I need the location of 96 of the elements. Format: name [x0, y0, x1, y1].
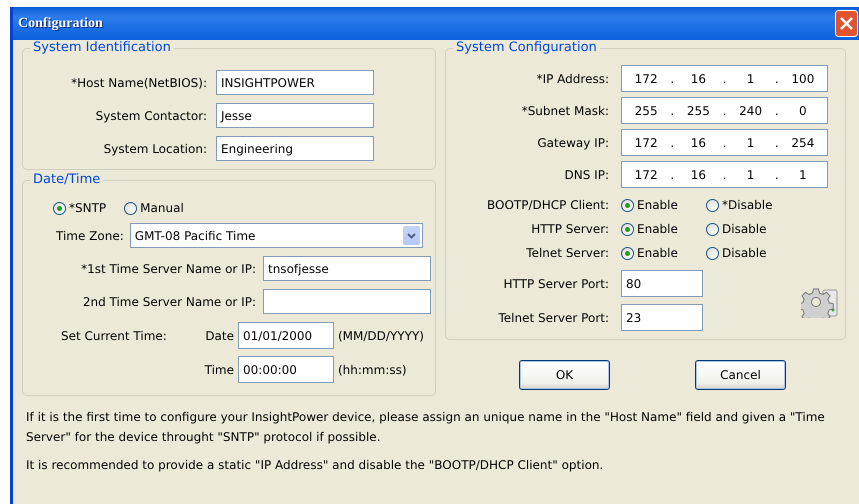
field-label: HTTP Server Port:	[502, 276, 609, 290]
octet-separator: .	[774, 104, 779, 118]
text-field[interactable]: Engineering	[216, 136, 374, 161]
field-label: Gateway IP:	[536, 136, 609, 150]
octet-value: 240	[739, 104, 762, 118]
radio-button[interactable]	[706, 222, 719, 236]
field-label: *Subnet Mask:	[520, 104, 609, 118]
radio-button[interactable]	[53, 202, 66, 214]
field-label: System Location:	[102, 142, 207, 156]
field-label: Time Zone:	[56, 228, 124, 242]
ip-address-field[interactable]: 172 . 16 . 1 . 100	[621, 65, 828, 92]
octet-value: 0	[799, 104, 807, 118]
radio-label: Enable	[637, 198, 678, 212]
radio-option[interactable]: Enable	[621, 246, 706, 260]
octet-separator: .	[722, 72, 726, 86]
octet-value: 172	[634, 136, 658, 150]
field-label: *Host Name(NetBIOS):	[70, 76, 207, 90]
octet-separator: .	[670, 136, 674, 150]
text-field[interactable]: tnsofjesse	[263, 256, 431, 281]
dialog-button[interactable]: Cancel	[695, 360, 786, 390]
radio-option[interactable]: *SNTP	[53, 201, 106, 215]
radio-option[interactable]: Manual	[124, 201, 184, 215]
text-field[interactable]: Jesse	[216, 103, 374, 128]
field-label: Telnet Server Port:	[497, 310, 609, 324]
octet-value: 1	[746, 72, 754, 86]
octet-separator: .	[670, 72, 674, 86]
field-label: HTTP Server:	[530, 222, 609, 236]
format-hint: (hh:mm:ss)	[338, 362, 408, 376]
radio-option[interactable]: *Disable	[706, 198, 835, 212]
octet-value: 172	[634, 168, 658, 182]
field-label: *1st Time Server Name or IP:	[80, 262, 256, 276]
radio-button[interactable]	[706, 198, 719, 212]
octet-separator: .	[670, 104, 674, 118]
port-field[interactable]: 80	[621, 270, 703, 297]
field-label: DNS IP:	[564, 168, 609, 182]
octet-separator: .	[774, 72, 779, 86]
dropdown-value: GMT-08 Pacific Time	[134, 228, 256, 242]
help-text: It is recommended to provide a static "IP Address" and disable the "BOOTP/DHCP Client" option.	[26, 457, 604, 474]
radio-option[interactable]: Enable	[621, 198, 706, 212]
dialog-button[interactable]: OK	[519, 360, 610, 390]
group-title: System Identification	[30, 40, 174, 55]
octet-value: 255	[634, 104, 658, 118]
radio-label: Enable	[637, 222, 678, 236]
octet-separator: .	[774, 168, 779, 182]
octet-value: 1	[799, 168, 807, 182]
field-label: Telnet Server:	[525, 246, 609, 260]
octet-value: 254	[791, 136, 814, 150]
ip-address-field[interactable]: 255 . 255 . 240 . 0	[621, 97, 828, 124]
text-field[interactable]	[263, 289, 431, 314]
radio-button[interactable]	[706, 246, 719, 260]
ip-address-field[interactable]: 172 . 16 . 1 . 1	[621, 161, 828, 188]
octet-separator: .	[722, 168, 726, 182]
octet-value: 255	[686, 104, 710, 118]
octet-separator: .	[722, 136, 726, 150]
group-title: System Configuration	[453, 40, 600, 55]
octet-value: 172	[634, 72, 658, 86]
octet-value: 100	[791, 72, 814, 86]
field-label: BOOTP/DHCP Client:	[486, 198, 609, 212]
radio-label: *Disable	[722, 198, 773, 212]
field-label: 2nd Time Server Name or IP:	[82, 294, 256, 308]
octet-value: 16	[690, 72, 706, 86]
group-title: Date/Time	[30, 172, 104, 187]
octet-value: 16	[690, 136, 706, 150]
field-label: System Contactor:	[94, 108, 207, 122]
field-label: Time	[204, 362, 234, 376]
radio-button[interactable]	[124, 202, 138, 214]
radio-label: *SNTP	[69, 201, 106, 215]
octet-value: 1	[746, 168, 754, 182]
octet-separator: .	[722, 104, 726, 118]
window-title: Configuration	[18, 16, 103, 32]
octet-separator: .	[670, 168, 674, 182]
time-zone-dropdown[interactable]: GMT-08 Pacific Time	[130, 223, 423, 248]
text-field[interactable]: 01/01/2000	[238, 322, 334, 349]
port-field[interactable]: 23	[621, 304, 703, 331]
radio-button[interactable]	[621, 222, 634, 236]
radio-label: Enable	[637, 246, 678, 260]
text-field[interactable]: INSIGHTPOWER	[216, 70, 374, 95]
radio-option[interactable]: Disable	[706, 222, 835, 236]
ip-address-field[interactable]: 172 . 16 . 1 . 254	[621, 129, 828, 156]
radio-label: Disable	[722, 222, 767, 236]
field-label: Date	[204, 328, 234, 342]
octet-separator: .	[774, 136, 779, 150]
help-text: If it is the first time to configure your InsightPower device, please assign an unique name in the "Host Name" field and given a "Time Server" for the device throught "SNTP" protocol if possible.	[26, 409, 826, 446]
radio-button[interactable]	[621, 198, 634, 212]
octet-value: 16	[690, 168, 706, 182]
field-label: Set Current Time:	[61, 328, 168, 342]
radio-option[interactable]: Enable	[621, 222, 706, 236]
radio-label: Manual	[140, 201, 184, 215]
radio-button[interactable]	[621, 246, 634, 260]
octet-value: 1	[746, 136, 754, 150]
text-field[interactable]: 00:00:00	[238, 356, 334, 383]
close-icon[interactable]	[835, 10, 858, 37]
radio-label: Disable	[722, 246, 767, 260]
field-label: *IP Address:	[536, 72, 609, 86]
format-hint: (MM/DD/YYYY)	[338, 328, 425, 342]
radio-option[interactable]: Disable	[706, 246, 835, 260]
